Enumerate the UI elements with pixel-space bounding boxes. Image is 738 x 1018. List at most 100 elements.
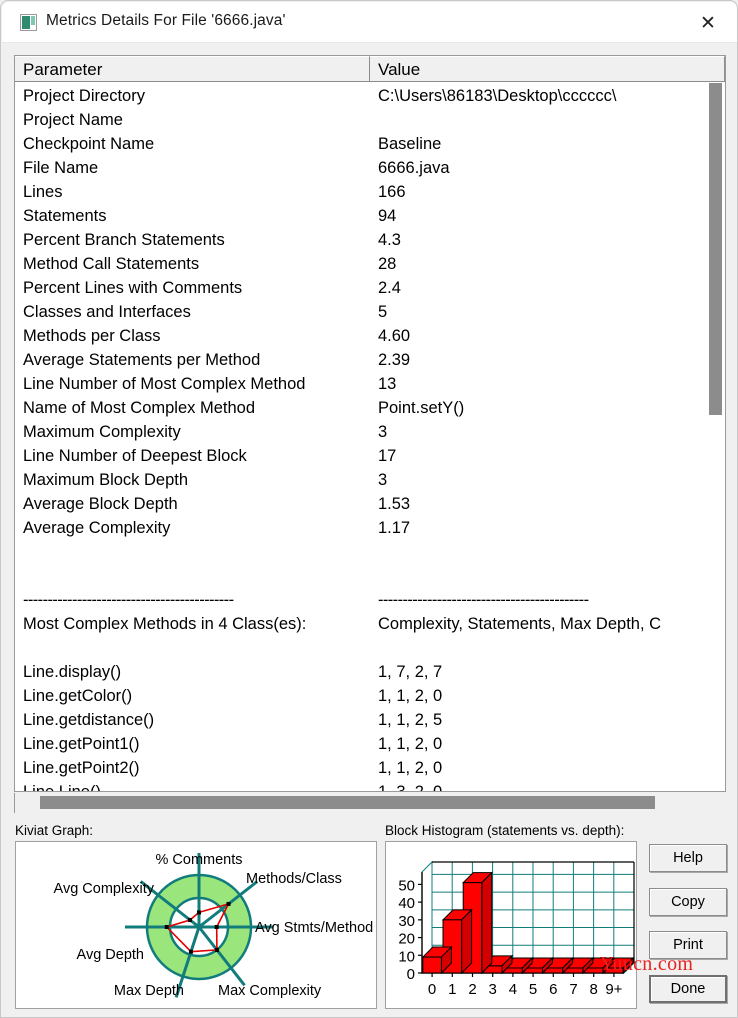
table-cell-parameter: Average Complexity — [23, 519, 171, 537]
table-row[interactable]: Average Statements per Method 2.39 — [15, 348, 725, 372]
table-cell-value: 94 — [378, 207, 397, 225]
table-cell-value: 5 — [378, 303, 388, 321]
table-row[interactable]: Statements 94 — [15, 204, 725, 228]
table-cell-parameter: Line.getColor() — [23, 687, 133, 705]
table-cell-value: 4.60 — [378, 327, 411, 345]
table-row[interactable]: Project Name — [15, 108, 725, 132]
table-row[interactable] — [15, 564, 725, 588]
kiviat-graph-label: Kiviat Graph: — [15, 823, 94, 838]
table-cell-value: 13 — [378, 375, 397, 393]
table-row[interactable]: Line Number of Deepest Block 17 — [15, 444, 725, 468]
table-cell-value: Complexity, Statements, Max Depth, C — [378, 615, 662, 633]
table-cell-value: Point.setY() — [378, 399, 465, 417]
print-button[interactable]: Print — [649, 931, 727, 959]
column-header-value[interactable]: Value — [370, 56, 725, 81]
histogram-x-tick: 2 — [468, 981, 476, 998]
table-row[interactable]: Most Complex Methods in 4 Class(es): Comp… — [15, 612, 725, 636]
table-cell-parameter: Name of Most Complex Method — [23, 399, 256, 417]
histogram-x-tick: 4 — [509, 981, 517, 998]
table-row[interactable]: Maximum Block Depth 3 — [15, 468, 725, 492]
vertical-scrollbar-thumb[interactable] — [709, 83, 722, 415]
table-row[interactable]: Line.getColor() 1, 1, 2, 0 — [15, 684, 725, 708]
table-cell-parameter: ----------------------------------------… — [23, 591, 234, 609]
done-button[interactable]: Done — [649, 975, 727, 1003]
table-cell-value: 1, 1, 2, 0 — [378, 759, 443, 777]
table-row[interactable]: Checkpoint Name Baseline — [15, 132, 725, 156]
kiviat-axis-label: Max Depth — [114, 983, 184, 999]
horizontal-scrollbar[interactable] — [14, 793, 727, 813]
histogram-y-tick: 0 — [407, 966, 415, 983]
horizontal-scrollbar-thumb[interactable] — [40, 796, 655, 809]
histogram-y-tick: 50 — [398, 877, 415, 894]
table-cell-parameter: Maximum Complexity — [23, 423, 181, 441]
table-row[interactable]: Line.display() 1, 7, 2, 7 — [15, 660, 725, 684]
table-row[interactable]: Classes and Interfaces 5 — [15, 300, 725, 324]
kiviat-chart: % CommentsMethods/Class Avg Stmts/Method M… — [54, 852, 374, 999]
block-histogram-label: Block Histogram (statements vs. depth): — [385, 823, 625, 838]
table-row[interactable]: Method Call Statements 28 — [15, 252, 725, 276]
close-icon[interactable]: ✕ — [687, 8, 729, 38]
table-cell-parameter: Average Block Depth — [23, 495, 178, 513]
table-cell-value: ----------------------------------------… — [378, 591, 589, 609]
table-cell-parameter: Most Complex Methods in 4 Class(es): — [23, 615, 307, 633]
histogram-x-tick: 0 — [428, 981, 436, 998]
help-button[interactable]: Help — [649, 844, 727, 872]
table-cell-parameter: Method Call Statements — [23, 255, 200, 273]
title-bar: Metrics Details For File '6666.java' ✕ — [2, 2, 737, 43]
metrics-table: Parameter Value Project Directory C:\User… — [14, 55, 726, 792]
table-cell-parameter: Percent Lines with Comments — [23, 279, 243, 297]
table-cell-value: 1.53 — [378, 495, 411, 513]
table-cell-value: 17 — [378, 447, 397, 465]
table-row[interactable]: Name of Most Complex Method Point.setY() — [15, 396, 725, 420]
table-cell-value: 1, 1, 2, 0 — [378, 735, 443, 753]
kiviat-axis-label: Methods/Class — [246, 871, 342, 887]
table-cell-parameter: Line.Line() — [23, 783, 101, 792]
table-row[interactable]: Line.getPoint2() 1, 1, 2, 0 — [15, 756, 725, 780]
histogram-x-tick: 6 — [549, 981, 557, 998]
table-row[interactable]: File Name 6666.java — [15, 156, 725, 180]
table-header-row: Parameter Value — [15, 56, 725, 82]
table-row[interactable] — [15, 636, 725, 660]
table-row[interactable]: Average Complexity 1.17 — [15, 516, 725, 540]
table-cell-value: 1, 1, 2, 5 — [378, 711, 443, 729]
table-row[interactable]: Line.Line() 1, 3, 2, 0 — [15, 780, 725, 792]
table-row[interactable]: Line Number of Most Complex Method 13 — [15, 372, 725, 396]
copy-button[interactable]: Copy — [649, 888, 727, 916]
table-cell-parameter: Lines — [23, 183, 63, 201]
table-cell-parameter: Line.display() — [23, 663, 122, 681]
table-cell-value: 4.3 — [378, 231, 401, 249]
block-histogram-panel: 0 10 20 30 40 50 0 1 2 3 4 5 6 7 8 9+ — [385, 841, 637, 1009]
table-row[interactable]: ----------------------------------------… — [15, 588, 725, 612]
table-cell-parameter: Line Number of Most Complex Method — [23, 375, 306, 393]
table-row[interactable]: Methods per Class 4.60 — [15, 324, 725, 348]
table-row[interactable]: Lines 166 — [15, 180, 725, 204]
table-cell-value: 1, 3, 2, 0 — [378, 783, 443, 792]
histogram-x-tick: 1 — [448, 981, 456, 998]
table-row[interactable]: Line.getPoint1() 1, 1, 2, 0 — [15, 732, 725, 756]
table-cell-parameter: Line.getPoint2() — [23, 759, 140, 777]
table-cell-value: 28 — [378, 255, 397, 273]
table-cell-parameter: Maximum Block Depth — [23, 471, 189, 489]
table-row[interactable]: Project Directory C:\Users\86183\Desktop\… — [15, 84, 725, 108]
table-row[interactable] — [15, 540, 725, 564]
table-row[interactable]: Percent Branch Statements 4.3 — [15, 228, 725, 252]
metrics-app-icon — [20, 14, 37, 31]
histogram-x-tick: 3 — [489, 981, 497, 998]
kiviat-axis-label: Avg Depth — [77, 947, 144, 963]
table-row[interactable]: Average Block Depth 1.53 — [15, 492, 725, 516]
column-header-parameter[interactable]: Parameter — [15, 56, 370, 81]
table-row[interactable]: Percent Lines with Comments 2.4 — [15, 276, 725, 300]
table-row[interactable]: Line.getdistance() 1, 1, 2, 5 — [15, 708, 725, 732]
table-cell-parameter: Methods per Class — [23, 327, 161, 345]
table-row[interactable]: Maximum Complexity 3 — [15, 420, 725, 444]
table-cell-value: C:\Users\86183\Desktop\cccccc\ — [378, 87, 617, 105]
table-cell-value: 166 — [378, 183, 406, 201]
vertical-scrollbar[interactable] — [707, 83, 724, 791]
table-cell-parameter: Classes and Interfaces — [23, 303, 191, 321]
table-cell-parameter: Statements — [23, 207, 107, 225]
table-cell-value: 1.17 — [378, 519, 411, 537]
table-cell-value: 1, 7, 2, 7 — [378, 663, 443, 681]
table-cell-value: 3 — [378, 471, 388, 489]
table-cell-parameter: Project Directory — [23, 87, 145, 105]
table-cell-value: 2.39 — [378, 351, 411, 369]
